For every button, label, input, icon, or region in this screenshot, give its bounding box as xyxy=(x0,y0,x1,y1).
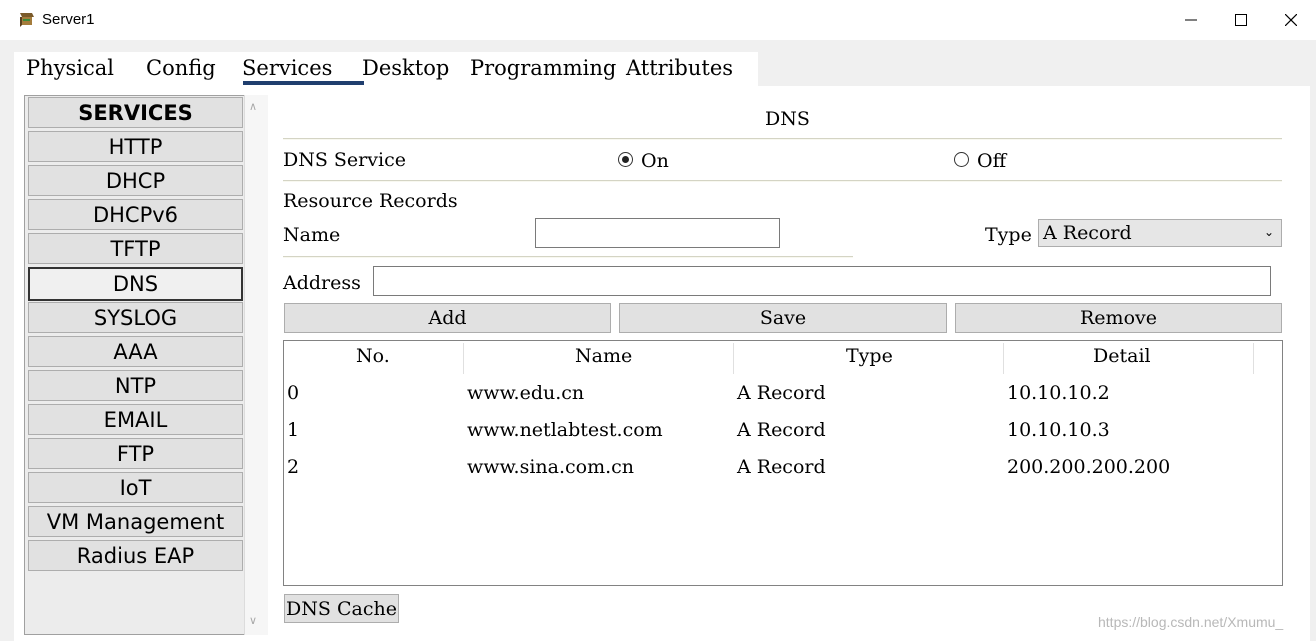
service-ftp[interactable]: FTP xyxy=(28,438,243,469)
cell-type[interactable]: A Record xyxy=(737,456,826,478)
section-title: DNS xyxy=(765,108,810,130)
active-tab-indicator xyxy=(243,81,364,85)
column-separator xyxy=(463,343,464,374)
cell-no[interactable]: 1 xyxy=(287,419,299,441)
services-header: SERVICES xyxy=(28,97,243,128)
tab-config[interactable]: Config xyxy=(146,56,216,80)
type-label: Type xyxy=(985,224,1032,246)
column-separator xyxy=(733,343,734,374)
service-iot[interactable]: IoT xyxy=(28,472,243,503)
tab-services[interactable]: Services xyxy=(242,56,332,80)
tab-physical[interactable]: Physical xyxy=(26,56,114,80)
service-ntp[interactable]: NTP xyxy=(28,370,243,401)
add-button[interactable]: Add xyxy=(284,303,611,333)
maximize-icon xyxy=(1235,14,1247,26)
close-button[interactable] xyxy=(1266,0,1316,40)
dns-off-radio[interactable] xyxy=(954,152,969,167)
cell-detail[interactable]: 10.10.10.3 xyxy=(1007,419,1110,441)
minimize-icon xyxy=(1185,19,1197,21)
address-label: Address xyxy=(283,272,361,294)
cell-name[interactable]: www.sina.com.cn xyxy=(467,456,634,478)
service-dhcpv6[interactable]: DHCPv6 xyxy=(28,199,243,230)
minimize-button[interactable] xyxy=(1166,0,1216,40)
server-app-icon xyxy=(20,13,34,27)
column-header-type[interactable]: Type xyxy=(846,345,893,367)
cell-type[interactable]: A Record xyxy=(737,419,826,441)
cell-no[interactable]: 2 xyxy=(287,456,299,478)
cell-name[interactable]: www.edu.cn xyxy=(467,382,584,404)
dns-on-label: On xyxy=(641,150,669,172)
scroll-up-icon[interactable]: ∧ xyxy=(249,100,257,113)
service-dns[interactable]: DNS xyxy=(28,267,243,301)
window-title: Server1 xyxy=(42,11,95,28)
type-select[interactable]: A Record xyxy=(1038,219,1282,247)
divider xyxy=(283,180,1282,182)
column-separator xyxy=(1253,343,1254,374)
service-vm-management[interactable]: VM Management xyxy=(28,506,243,537)
divider xyxy=(283,138,1282,140)
remove-button[interactable]: Remove xyxy=(955,303,1282,333)
dns-on-radio[interactable] xyxy=(618,152,633,167)
scroll-down-icon[interactable]: ∨ xyxy=(249,614,257,627)
column-header-detail[interactable]: Detail xyxy=(1093,345,1151,367)
service-email[interactable]: EMAIL xyxy=(28,404,243,435)
save-button[interactable]: Save xyxy=(619,303,947,333)
cell-detail[interactable]: 200.200.200.200 xyxy=(1007,456,1170,478)
service-dhcp[interactable]: DHCP xyxy=(28,165,243,196)
name-input[interactable] xyxy=(535,218,780,248)
divider xyxy=(283,256,853,258)
cell-type[interactable]: A Record xyxy=(737,382,826,404)
close-icon xyxy=(1285,14,1297,26)
tab-desktop[interactable]: Desktop xyxy=(362,56,449,80)
dns-cache-button[interactable]: DNS Cache xyxy=(284,594,399,623)
tab-attributes[interactable]: Attributes xyxy=(626,56,733,80)
service-aaa[interactable]: AAA xyxy=(28,336,243,367)
column-header-no[interactable]: No. xyxy=(356,345,390,367)
sidebar-scrollbar[interactable] xyxy=(244,95,268,635)
resource-records-label: Resource Records xyxy=(283,190,458,212)
service-http[interactable]: HTTP xyxy=(28,131,243,162)
column-header-name[interactable]: Name xyxy=(575,345,632,367)
cell-detail[interactable]: 10.10.10.2 xyxy=(1007,382,1110,404)
dns-service-label: DNS Service xyxy=(283,149,406,171)
title-bar: Server1 xyxy=(0,0,1316,40)
service-tftp[interactable]: TFTP xyxy=(28,233,243,264)
maximize-button[interactable] xyxy=(1216,0,1266,40)
cell-name[interactable]: www.netlabtest.com xyxy=(467,419,663,441)
address-input[interactable] xyxy=(373,266,1271,296)
service-radius-eap[interactable]: Radius EAP xyxy=(28,540,243,571)
cell-no[interactable]: 0 xyxy=(287,382,299,404)
watermark: https://blog.csdn.net/Xmumu_ xyxy=(1098,614,1284,630)
dns-off-label: Off xyxy=(977,150,1007,172)
column-separator xyxy=(1003,343,1004,374)
tab-strip: Physical Config Services Desktop Program… xyxy=(14,52,758,86)
chevron-down-icon: ⌄ xyxy=(1264,225,1275,239)
name-label: Name xyxy=(283,224,341,246)
service-syslog[interactable]: SYSLOG xyxy=(28,302,243,333)
tab-programming[interactable]: Programming xyxy=(470,56,616,80)
